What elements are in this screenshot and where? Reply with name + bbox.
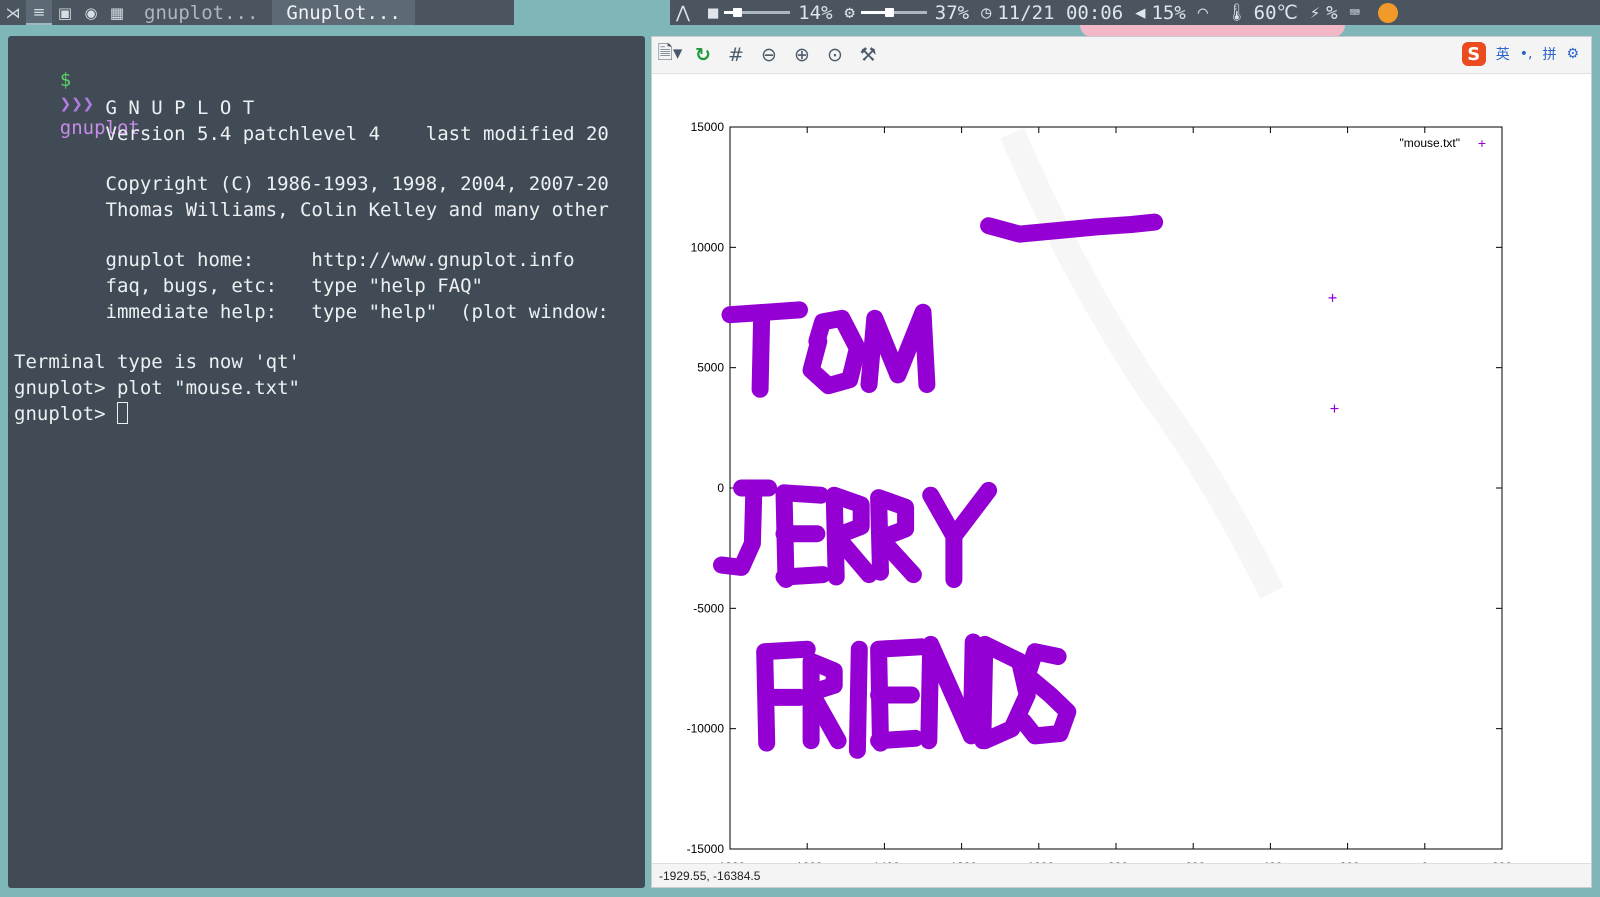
data-stroke xyxy=(802,652,847,750)
memory-value: 37% xyxy=(934,1,970,24)
faint-background-artifact xyxy=(1000,127,1284,599)
volume-value: 15% xyxy=(1151,1,1186,24)
data-stroke xyxy=(825,486,878,586)
coordinate-readout: -1929.55, -16384.5 xyxy=(652,863,1591,887)
data-stroke xyxy=(751,306,771,398)
gnuplot-prompt: gnuplot> xyxy=(14,403,117,425)
grid-icon[interactable]: # xyxy=(721,40,751,70)
text-cursor xyxy=(116,402,128,424)
cpu-icon: ■ xyxy=(707,2,719,23)
prompt-dollar: $ xyxy=(59,69,72,91)
thermometer-icon: 🌡 xyxy=(1226,2,1248,23)
taskbar-window-terminal[interactable]: gnuplot... xyxy=(130,0,272,25)
temperature-value: 60℃ xyxy=(1253,1,1298,24)
data-points xyxy=(1328,293,1339,413)
y-tick-label: 5000 xyxy=(697,361,724,375)
sogou-logo-icon[interactable]: S xyxy=(1461,42,1486,66)
y-tick-label: -5000 xyxy=(693,601,724,615)
terminal-type-line: Terminal type is now 'qt' xyxy=(14,351,300,373)
cpu-bar xyxy=(724,8,791,17)
memory-bar xyxy=(860,8,927,17)
banner-line: Copyright (C) 1986-1993, 1998, 2004, 200… xyxy=(14,173,609,195)
y-tick-label: 0 xyxy=(717,481,724,495)
memory-widget[interactable]: ⚙ 37% xyxy=(845,2,970,24)
data-point xyxy=(1328,293,1337,302)
chrome-icon[interactable]: ◉ xyxy=(78,0,104,25)
legend-entry-label: "mouse.txt" xyxy=(1399,136,1460,150)
datetime: 11/21 00:06 xyxy=(997,1,1124,24)
banner-line: Thomas Williams, Colin Kelley and many o… xyxy=(14,199,609,221)
temperature-widget[interactable]: 🌡 60℃ xyxy=(1226,2,1298,24)
data-stroke xyxy=(848,640,868,759)
ime-pinyin-mode[interactable]: 拼 xyxy=(1542,44,1556,64)
ime-settings-icon[interactable]: ⚙ xyxy=(1566,46,1579,62)
y-tick-label: 10000 xyxy=(691,240,725,254)
text-editor-icon[interactable]: ≡ xyxy=(26,0,52,25)
ime-punctuation-toggle[interactable]: •, xyxy=(1520,46,1533,62)
data-stroke xyxy=(860,303,936,393)
arch-logo-icon[interactable]: ⋀ xyxy=(676,3,696,23)
ime-toolbar: S 英 •, 拼 ⚙ xyxy=(1461,42,1579,66)
settings-wrench-icon[interactable]: ⚒ xyxy=(853,40,883,70)
battery-charging-icon: ⚡ xyxy=(1309,2,1321,23)
banner-line: gnuplot home: http://www.gnuplot.info xyxy=(14,249,575,271)
ime-language-toggle[interactable]: 英 xyxy=(1496,44,1510,64)
y-tick-label: -15000 xyxy=(687,842,725,856)
dashboard-icon[interactable]: ▦ xyxy=(104,0,130,25)
firefox-icon[interactable] xyxy=(1377,2,1398,23)
legend-marker: + xyxy=(1478,135,1486,151)
data-stroke xyxy=(922,481,998,545)
pdf-icon[interactable]: ▣ xyxy=(52,0,78,25)
legend: "mouse.txt" + xyxy=(1399,135,1486,151)
gnuplot-window[interactable]: 🗎▾ ↻ # ⊖ ⊕ ⊙ ⚒ S 英 •, 拼 ⚙ 15000 10000 5000… xyxy=(651,36,1592,888)
y-tick-label: 15000 xyxy=(691,120,725,134)
zoom-next-icon[interactable]: ⊕ xyxy=(787,40,817,70)
terminal-window[interactable]: $ ❯❯❯ gnuplot G N U P L O T Version 5.4 … xyxy=(8,36,645,888)
data-stroke xyxy=(980,213,1164,243)
data-stroke xyxy=(870,729,924,750)
banner-line: Version 5.4 patchlevel 4 last modified 2… xyxy=(14,123,609,145)
clock-icon: ◷ xyxy=(981,2,992,23)
data-point xyxy=(1330,404,1339,413)
volume-widget[interactable]: ◀ 15% xyxy=(1135,2,1186,24)
battery-value: % xyxy=(1326,1,1338,24)
battery-widget[interactable]: ⚡ % xyxy=(1310,2,1338,24)
data-stroke xyxy=(802,309,866,395)
data-stroke xyxy=(713,479,763,576)
speaker-icon: ◀ xyxy=(1135,2,1146,23)
status-bar: ⋀ ■ 14% ⚙ 37% ◷ 11/21 00:06 ◀ 15% ◠ 🌡 60… xyxy=(670,0,1600,25)
plot-command-line: gnuplot> plot "mouse.txt" xyxy=(14,377,300,399)
data-stroke xyxy=(920,633,982,750)
keyboard-icon[interactable]: ⌨ xyxy=(1350,3,1366,23)
taskbar-window-gnuplot[interactable]: Gnuplot... xyxy=(272,0,415,25)
banner-line: immediate help: type "help" (plot window… xyxy=(14,301,609,323)
vscode-icon[interactable]: ⋊ xyxy=(0,0,26,25)
banner-line: faq, bugs, etc: type "help FAQ" xyxy=(14,275,484,297)
plot-toolbar: 🗎▾ ↻ # ⊖ ⊕ ⊙ ⚒ S 英 •, 拼 ⚙ xyxy=(652,37,1591,74)
taskbar: ⋊ ≡ ▣ ◉ ▦ gnuplot... Gnuplot... xyxy=(0,0,514,25)
y-tick-label: -10000 xyxy=(687,722,725,736)
current-prompt-line[interactable]: gnuplot> xyxy=(14,402,128,426)
zoom-previous-icon[interactable]: ⊖ xyxy=(754,40,784,70)
data-stroke xyxy=(870,489,922,584)
cpu-value: 14% xyxy=(798,1,833,24)
autoscale-icon[interactable]: ⊙ xyxy=(820,40,850,70)
banner-line: G N U P L O T xyxy=(14,97,255,119)
replot-icon[interactable]: ↻ xyxy=(688,40,718,70)
clock-widget[interactable]: ◷ 11/21 00:06 xyxy=(981,2,1123,24)
data-stroke xyxy=(775,566,832,586)
cpu-widget[interactable]: ■ 14% xyxy=(708,2,833,24)
wifi-icon[interactable]: ◠ xyxy=(1198,3,1214,23)
plot-canvas[interactable]: 150001000050000-5000-10000-15000 -1800-1… xyxy=(652,73,1591,863)
export-menu-icon[interactable]: 🗎▾ xyxy=(655,40,685,70)
memory-icon: ⚙ xyxy=(844,2,855,23)
